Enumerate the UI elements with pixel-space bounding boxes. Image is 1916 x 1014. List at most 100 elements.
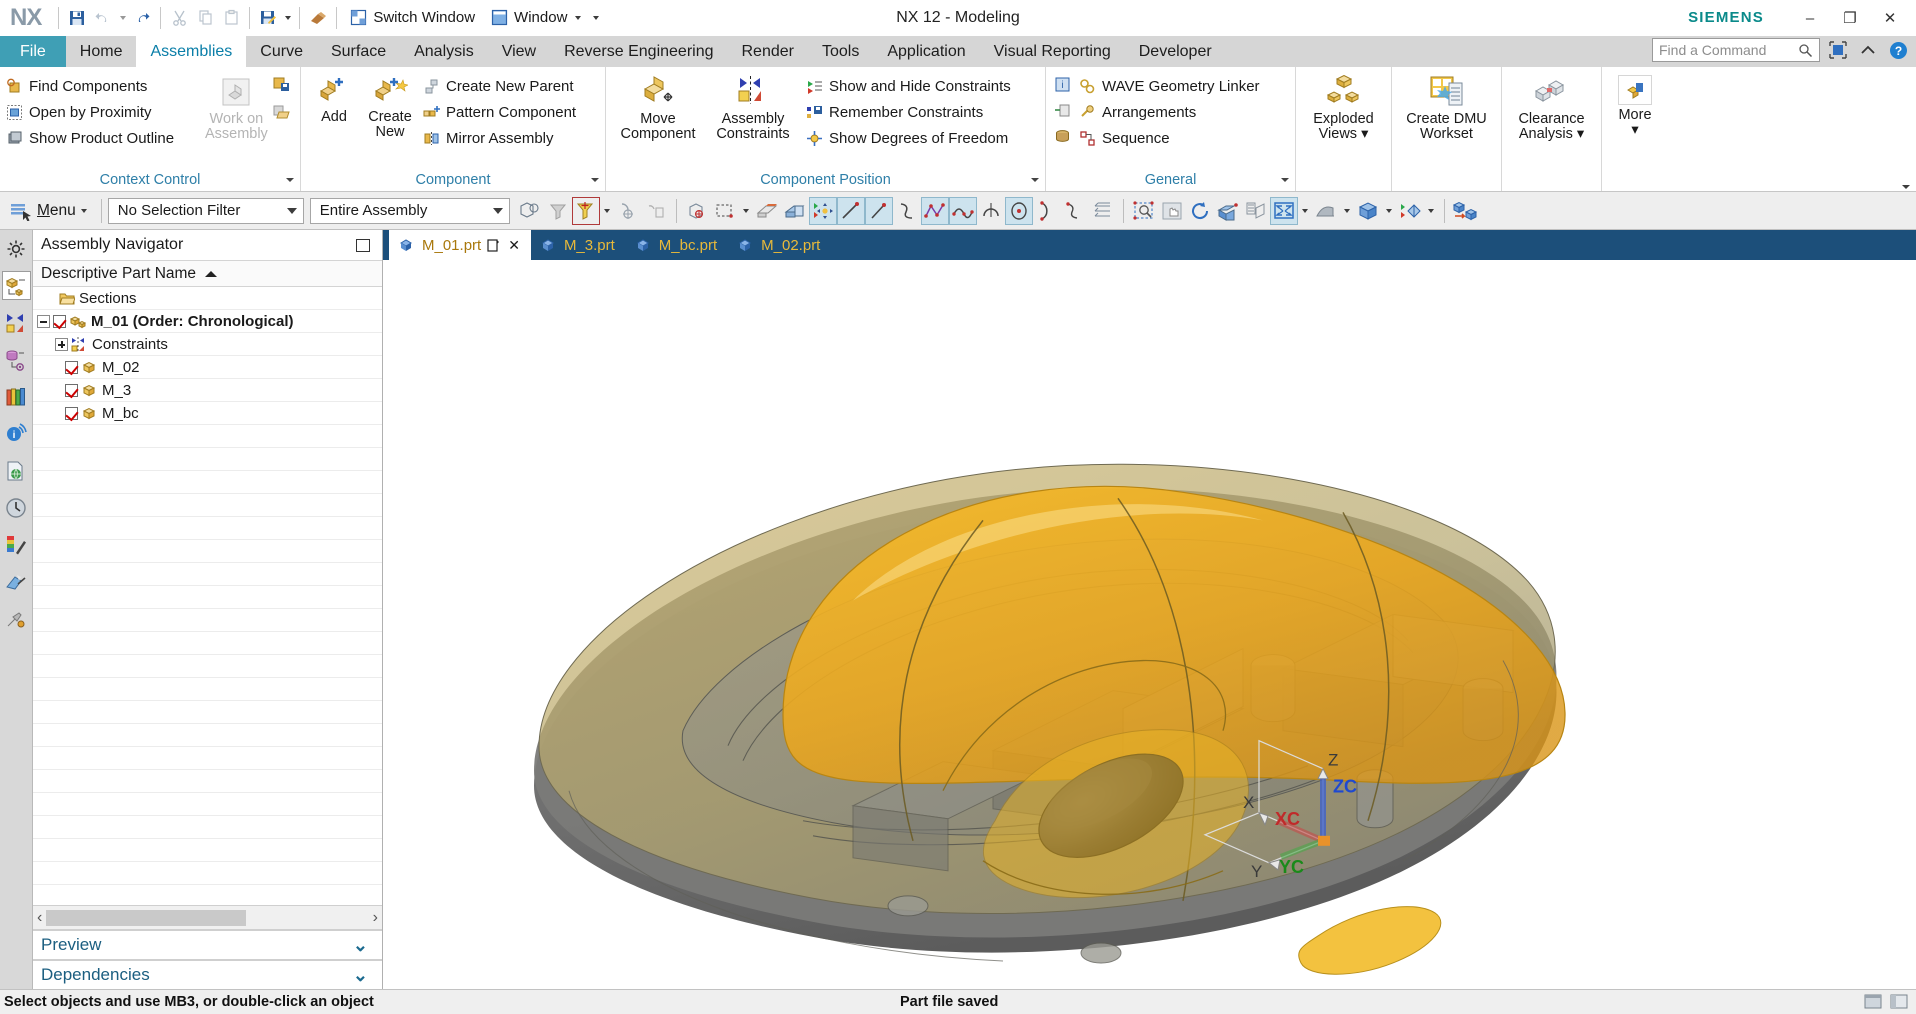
visibility-checkbox[interactable] — [65, 360, 78, 374]
doc-tab-m02[interactable]: M_02.prt — [728, 230, 831, 260]
fit-view-dropdown-icon[interactable] — [1298, 197, 1312, 225]
graphics-viewport[interactable]: Z X Y ZC XC YC — [383, 260, 1916, 989]
fit-view-icon[interactable] — [1269, 196, 1298, 225]
find-command-input[interactable]: Find a Command — [1652, 38, 1820, 62]
grid-snap-icon[interactable] — [1089, 197, 1117, 225]
visibility-checkbox[interactable] — [53, 314, 66, 328]
move-object-icon[interactable] — [808, 196, 837, 225]
tab-render[interactable]: Render — [728, 36, 808, 67]
tab-reverse-engineering[interactable]: Reverse Engineering — [550, 36, 727, 67]
show-hide-dropdown-icon[interactable] — [1424, 197, 1438, 225]
expand-expander-icon[interactable] — [55, 337, 68, 351]
list-item[interactable]: Constraints — [33, 333, 382, 356]
spline-icon[interactable] — [893, 197, 921, 225]
find-components-button[interactable]: Find Components — [6, 74, 196, 98]
save-icon[interactable] — [64, 5, 90, 31]
tab-surface[interactable]: Surface — [317, 36, 400, 67]
orient-view-dropdown-icon[interactable] — [1340, 197, 1354, 225]
tab-curve[interactable]: Curve — [246, 36, 317, 67]
scrollbar-thumb[interactable] — [46, 909, 247, 926]
web-browser-icon[interactable] — [2, 456, 31, 485]
select-general-objects-icon[interactable] — [516, 197, 544, 225]
select-solid-body-icon[interactable] — [683, 197, 711, 225]
snap-arc-center-icon[interactable] — [614, 197, 642, 225]
navigator-tree[interactable]: Sections M_01 (Order: Chronological) Con… — [33, 287, 382, 905]
status-window-icon[interactable] — [1864, 994, 1882, 1010]
list-item[interactable]: M_bc — [33, 402, 382, 425]
assembly-navigator-icon[interactable] — [1, 271, 31, 300]
zoom-window-icon[interactable] — [1130, 197, 1158, 225]
exploded-views-button[interactable]: Exploded Views ▾ — [1302, 73, 1386, 142]
navigator-column-header[interactable]: Descriptive Part Name — [33, 260, 382, 287]
face-selection-icon[interactable] — [753, 197, 781, 225]
datum-selection-icon[interactable] — [781, 197, 809, 225]
arrangements-button[interactable]: Arrangements — [1079, 100, 1264, 124]
create-new-parent-button[interactable]: Create New Parent — [423, 74, 580, 98]
doc-tab-mbc[interactable]: M_bc.prt — [626, 230, 728, 260]
more-commands-button[interactable]: More ▾ — [1608, 73, 1662, 138]
move-component-button[interactable]: Move Component — [612, 73, 704, 142]
add-component-button[interactable]: Add — [307, 73, 361, 125]
pin-icon[interactable] — [356, 238, 370, 252]
show-hide-constraints-button[interactable]: Show and Hide Constraints — [806, 74, 1015, 98]
close-button[interactable]: ✕ — [1870, 3, 1910, 33]
fit-curve-icon[interactable] — [948, 196, 977, 225]
assembly-constraints-button[interactable]: Assembly Constraints — [706, 73, 800, 142]
visibility-checkbox[interactable] — [65, 383, 78, 397]
reuse-library-icon[interactable] — [2, 382, 31, 411]
pattern-component-button[interactable]: Pattern Component — [423, 100, 580, 124]
doc-tab-m01[interactable]: M_01.prt ✕ — [389, 230, 531, 260]
tab-file[interactable]: File — [0, 36, 66, 67]
navigator-horizontal-scrollbar[interactable]: ‹ › — [33, 905, 382, 929]
list-item[interactable]: M_01 (Order: Chronological) — [33, 310, 382, 333]
show-degrees-of-freedom-button[interactable]: Show Degrees of Freedom — [806, 126, 1015, 150]
hd3d-tools-icon[interactable]: i — [2, 419, 31, 448]
paste-icon[interactable] — [218, 5, 244, 31]
qat-overflow-icon[interactable] — [589, 5, 602, 31]
list-item[interactable]: M_02 — [33, 356, 382, 379]
sequence-button[interactable]: Sequence — [1079, 126, 1264, 150]
selection-filter-clear-icon[interactable] — [544, 197, 572, 225]
create-dmu-workset-button[interactable]: Create DMU Workset — [1397, 73, 1497, 142]
open-work-part-icon[interactable] — [273, 104, 290, 125]
part-navigator-icon[interactable] — [2, 345, 31, 374]
minimize-button[interactable]: – — [1790, 3, 1830, 33]
save-as-dropdown-icon[interactable] — [281, 5, 294, 31]
wave-geometry-linker-button[interactable]: WAVE Geometry Linker — [1079, 74, 1264, 98]
settings-gear-icon[interactable] — [2, 234, 31, 263]
save-work-part-icon[interactable] — [273, 76, 290, 97]
tab-tools[interactable]: Tools — [808, 36, 873, 67]
pan-icon[interactable] — [1158, 197, 1186, 225]
process-studio-icon[interactable] — [2, 604, 31, 633]
tab-view[interactable]: View — [488, 36, 550, 67]
menu-button[interactable]: Menu — [6, 201, 95, 221]
visibility-checkbox[interactable] — [65, 406, 78, 420]
group-dialog-launcher-icon[interactable] — [591, 178, 599, 182]
list-item[interactable]: M_3 — [33, 379, 382, 402]
window-menu-button[interactable]: Window — [483, 9, 589, 26]
navigator-section-preview[interactable]: Preview ⌄ — [33, 929, 382, 959]
save-as-icon[interactable] — [255, 5, 281, 31]
rotate-icon[interactable] — [1186, 197, 1214, 225]
assembly-report-icon[interactable]: i — [1054, 76, 1071, 97]
orient-view-icon[interactable] — [1312, 197, 1340, 225]
sketch-curve-icon[interactable] — [1061, 197, 1089, 225]
doc-tab-m3[interactable]: M_3.prt — [531, 230, 626, 260]
status-panel-icon[interactable] — [1890, 994, 1908, 1010]
system-scenes-icon[interactable] — [2, 567, 31, 596]
snap-component-icon[interactable] — [642, 197, 670, 225]
restore-button[interactable]: ❐ — [1830, 3, 1870, 33]
shaded-style-dropdown-icon[interactable] — [1382, 197, 1396, 225]
tab-assemblies[interactable]: Assemblies — [136, 36, 247, 67]
list-item[interactable]: Sections — [33, 287, 382, 310]
redo-icon[interactable] — [129, 5, 155, 31]
show-hide-icon[interactable] — [1396, 197, 1424, 225]
swap-component-icon[interactable] — [1451, 197, 1479, 225]
view-section-icon[interactable] — [1242, 197, 1270, 225]
mirror-assembly-button[interactable]: Mirror Assembly — [423, 126, 580, 150]
rectangle-selection-icon[interactable] — [711, 197, 739, 225]
collapse-expander-icon[interactable] — [37, 314, 50, 328]
system-materials-icon[interactable] — [2, 530, 31, 559]
close-tab-icon[interactable]: ✕ — [508, 237, 520, 254]
clearance-analysis-button[interactable]: Clearance Analysis ▾ — [1507, 73, 1597, 142]
